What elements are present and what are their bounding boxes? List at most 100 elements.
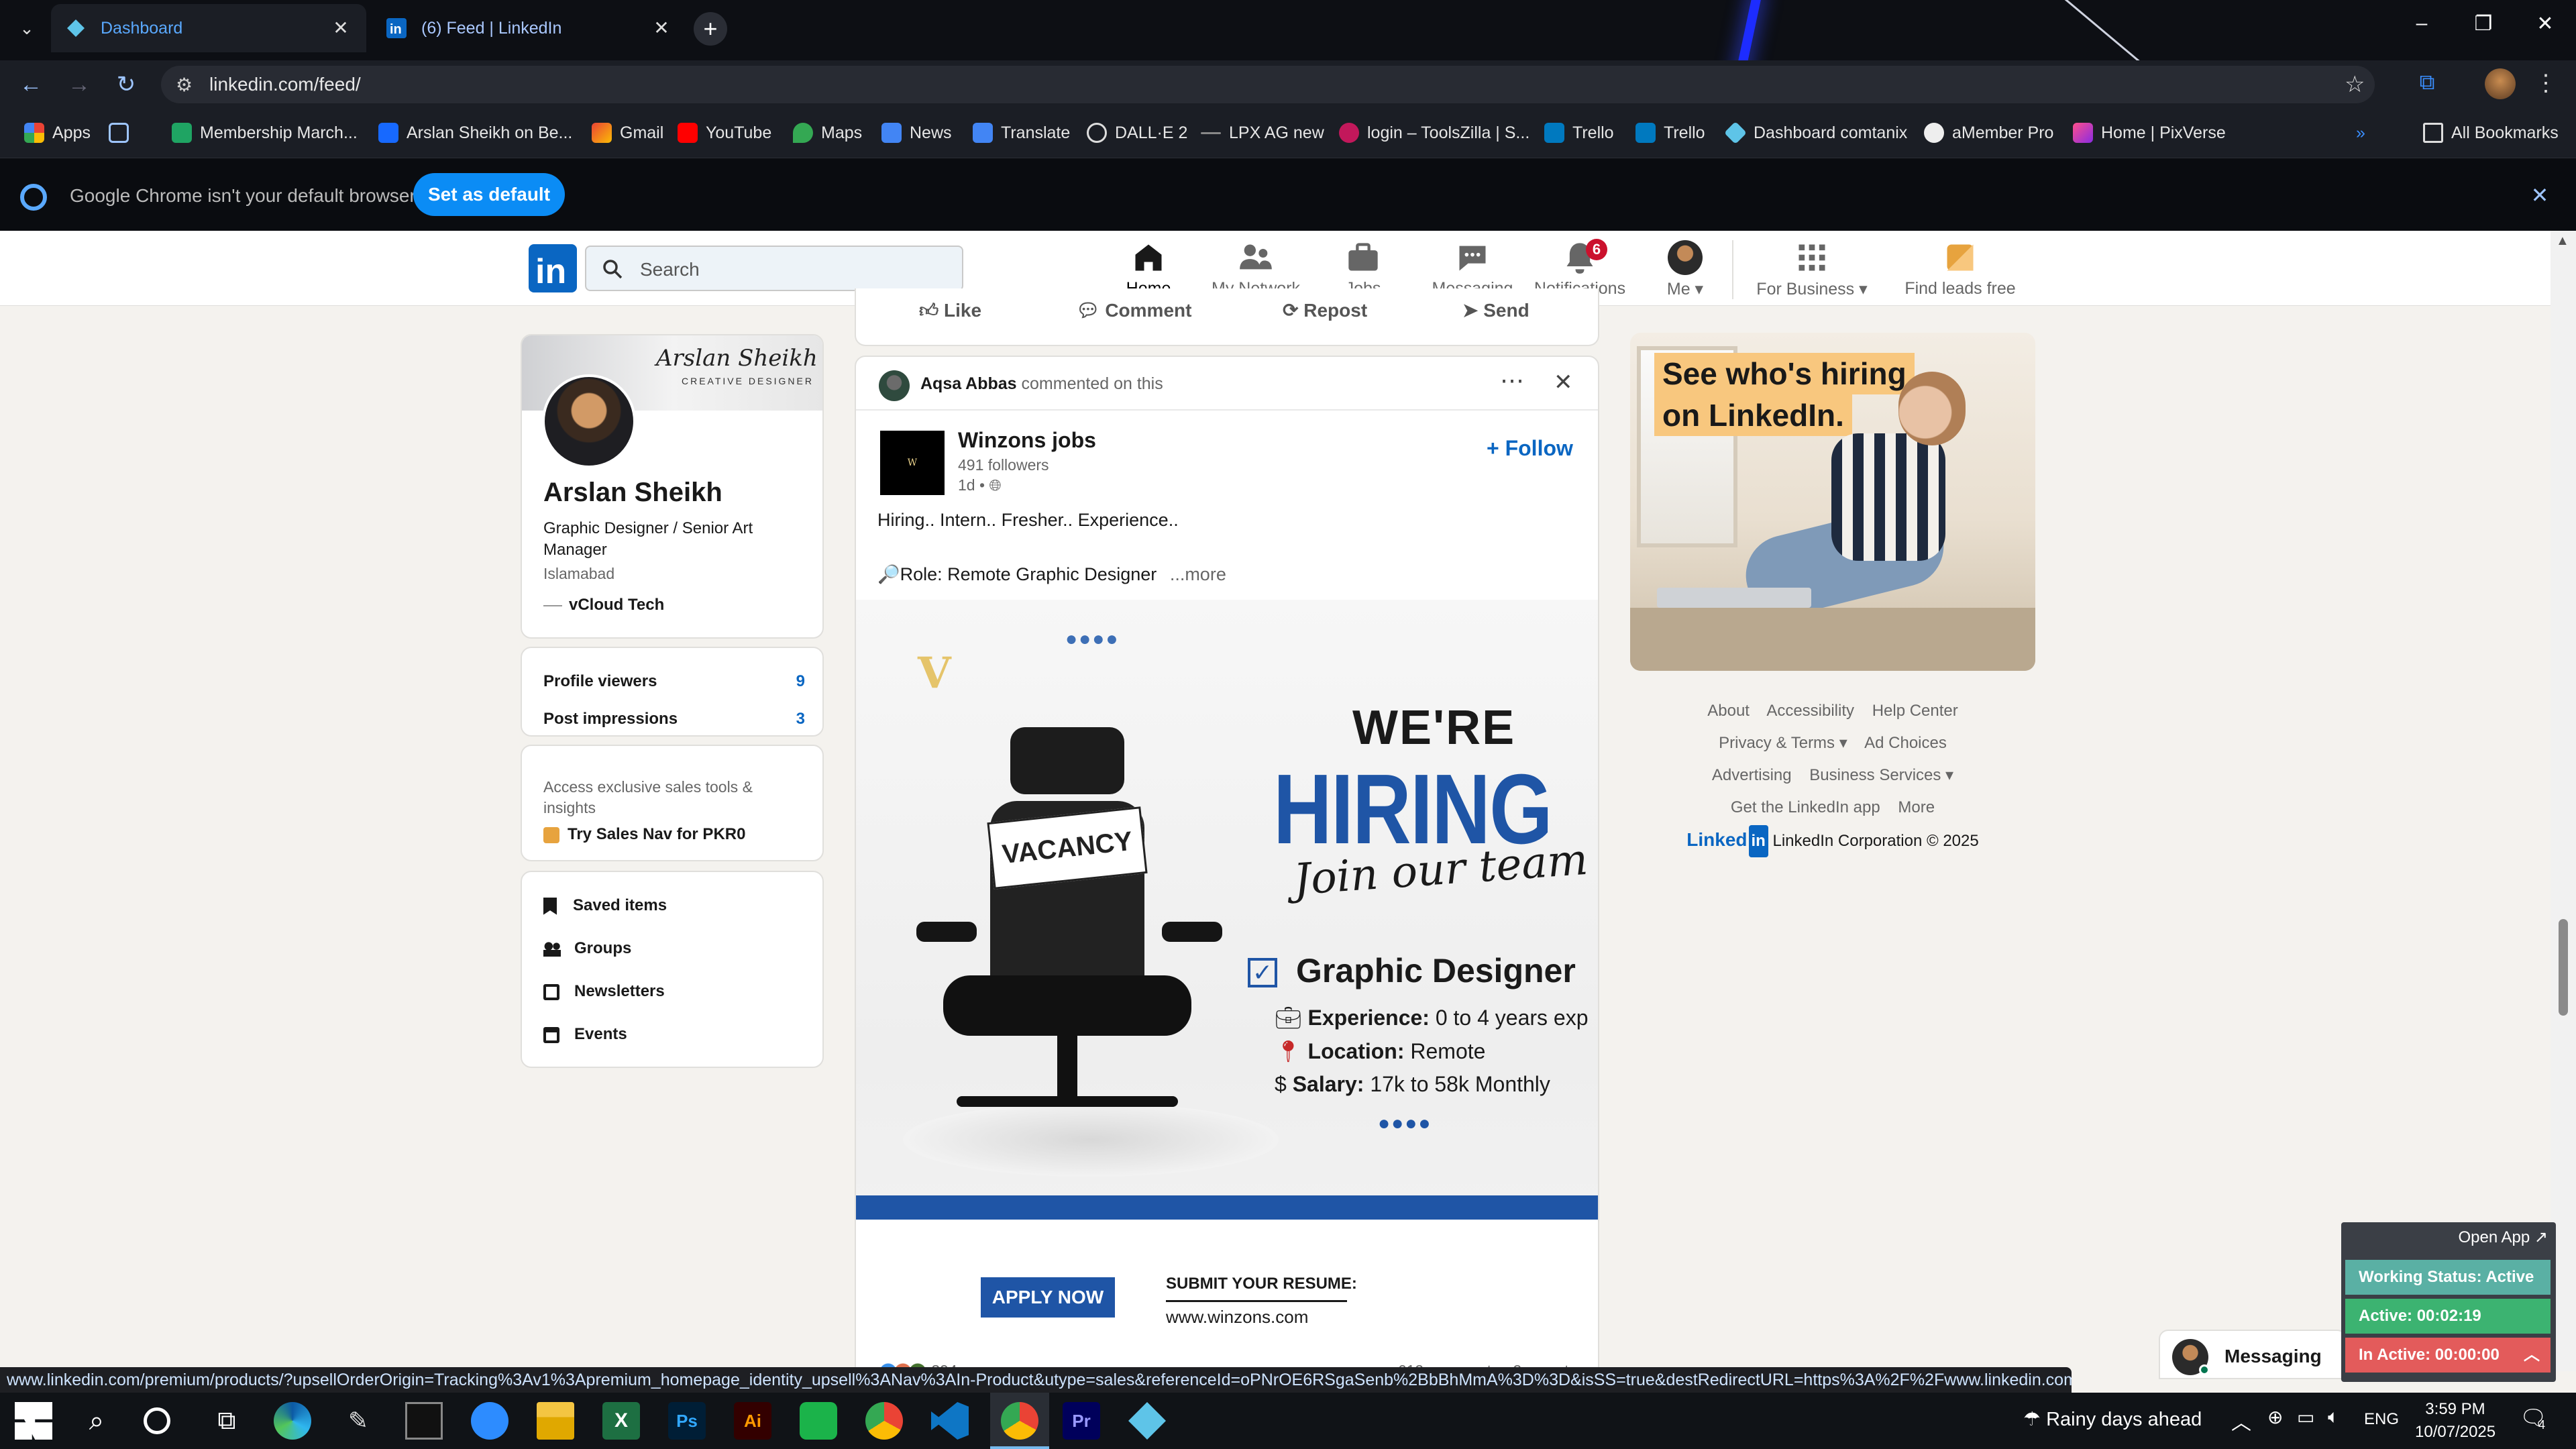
see-more-link[interactable]: ...more: [1170, 564, 1226, 584]
linkedin-logo-icon[interactable]: in: [529, 244, 577, 292]
nav-for-business[interactable]: For Business ▾: [1748, 240, 1876, 299]
nav-me[interactable]: Me ▾: [1652, 240, 1719, 299]
premium-link[interactable]: Try Sales Nav for PKR0: [543, 825, 745, 844]
tray-app-icon[interactable]: ⊕: [2267, 1406, 2283, 1428]
premiere-icon[interactable]: Pr: [1063, 1402, 1100, 1440]
more-options-icon[interactable]: ⋯: [1500, 366, 1524, 394]
commenter-name[interactable]: Aqsa Abbas: [920, 374, 1017, 393]
bookmark-lpx[interactable]: LPX AG new: [1201, 121, 1324, 145]
bookmark-youtube[interactable]: YouTube: [678, 121, 771, 145]
weather-widget[interactable]: ☂ Rainy days ahead: [2023, 1407, 2202, 1431]
footer-advertising[interactable]: Advertising: [1712, 766, 1792, 784]
tab-groups-icon[interactable]: [109, 121, 137, 145]
bookmark-pixverse[interactable]: Home | PixVerse: [2073, 121, 2226, 145]
new-tab-button[interactable]: +: [694, 12, 727, 46]
illustrator-icon[interactable]: Ai: [734, 1402, 771, 1440]
footer-get-app[interactable]: Get the LinkedIn app: [1731, 798, 1880, 816]
footer-accessibility[interactable]: Accessibility: [1766, 702, 1854, 720]
file-explorer-icon[interactable]: [537, 1402, 574, 1440]
bookmark-amember[interactable]: aMember Pro: [1924, 121, 2053, 145]
back-icon[interactable]: ←: [16, 70, 46, 99]
comment-button[interactable]: 💬︎ Comment: [1076, 299, 1191, 321]
bookmark-translate[interactable]: Translate: [973, 121, 1070, 145]
commenter-avatar[interactable]: [879, 370, 910, 401]
repost-button[interactable]: ⟳ Repost: [1283, 299, 1367, 321]
task-view-icon[interactable]: ⧉: [208, 1402, 246, 1440]
window-close-button[interactable]: ✕: [2525, 12, 2565, 39]
all-bookmarks[interactable]: All Bookmarks: [2423, 121, 2559, 145]
bookmark-apps[interactable]: Apps: [24, 121, 91, 145]
bookmark-trello-1[interactable]: Trello: [1544, 121, 1614, 145]
footer-privacy-terms[interactable]: Privacy & Terms ▾: [1719, 734, 1847, 752]
photoshop-icon[interactable]: Ps: [668, 1402, 706, 1440]
windows-start-icon[interactable]: [15, 1402, 52, 1440]
bookmark-maps[interactable]: Maps: [793, 121, 862, 145]
excel-icon[interactable]: X: [602, 1402, 640, 1440]
collapse-chevron-icon[interactable]: ︿: [2524, 1338, 2540, 1373]
menu-kebab-icon[interactable]: ⋮: [2534, 70, 2557, 99]
footer-business-services[interactable]: Business Services ▾: [1809, 766, 1953, 784]
profile-photo[interactable]: [542, 374, 636, 468]
close-icon[interactable]: ✕: [330, 17, 352, 39]
profile-company[interactable]: vCloud Tech: [543, 596, 664, 614]
pen-tool-icon[interactable]: ✎: [339, 1402, 377, 1440]
open-app-link[interactable]: Open App ↗: [2458, 1228, 2548, 1247]
edge-icon[interactable]: [274, 1402, 311, 1440]
minimize-button[interactable]: –: [2402, 12, 2442, 39]
tab-dashboard[interactable]: Dashboard ✕: [51, 4, 366, 52]
stat-profile-viewers[interactable]: Profile viewers 9: [543, 672, 805, 691]
terminal-icon[interactable]: [405, 1402, 443, 1440]
tab-search-chevron-icon[interactable]: ⌄: [13, 15, 40, 42]
clock[interactable]: 3:59 PM 10/07/2025: [2415, 1398, 2496, 1444]
nav-find-leads[interactable]: Find leads free: [1898, 240, 2022, 299]
bookmark-dalle[interactable]: DALL·E 2: [1087, 121, 1187, 145]
set-default-button[interactable]: Set as default: [413, 173, 565, 216]
scroll-up-arrow-icon[interactable]: ▲: [2556, 233, 2569, 249]
forward-icon[interactable]: →: [64, 70, 94, 99]
search-icon[interactable]: ⌕: [78, 1402, 115, 1440]
footer-more[interactable]: More: [1898, 798, 1935, 816]
messaging-bar[interactable]: Messaging: [2159, 1330, 2347, 1379]
footer-ad-choices[interactable]: Ad Choices: [1864, 734, 1947, 752]
bookmark-dashboard-comtanix[interactable]: Dashboard comtanix: [1724, 121, 1907, 145]
bookmark-trello-2[interactable]: Trello: [1635, 121, 1705, 145]
address-bar[interactable]: ⚙ linkedin.com/feed/ ☆: [161, 66, 2375, 103]
footer-about[interactable]: About: [1707, 702, 1750, 720]
author-logo[interactable]: W: [880, 431, 945, 495]
footer-help-center[interactable]: Help Center: [1872, 702, 1958, 720]
restore-button[interactable]: ❐: [2463, 12, 2504, 39]
page-scrollbar[interactable]: ▲: [2551, 231, 2576, 1371]
profile-avatar[interactable]: [2485, 68, 2516, 99]
more-bookmarks-icon[interactable]: »: [2356, 121, 2365, 145]
profile-name[interactable]: Arslan Sheikh: [543, 478, 722, 508]
post-image[interactable]: ●●●● V VACANCY WE'RE HIRING Join our tea…: [856, 600, 1598, 1358]
green-app-icon[interactable]: [800, 1402, 837, 1440]
shortcut-saved-items[interactable]: Saved items: [543, 896, 667, 915]
extensions-icon[interactable]: ⧉: [2412, 70, 2442, 99]
zoom-icon[interactable]: [471, 1402, 508, 1440]
bookmark-toolszilla[interactable]: login – ToolsZilla | S...: [1339, 121, 1529, 145]
tray-expand-icon[interactable]: ︿: [2231, 1406, 2251, 1436]
follow-button[interactable]: + Follow: [1487, 436, 1573, 461]
site-info-icon[interactable]: ⚙: [176, 74, 193, 96]
close-icon[interactable]: ✕: [651, 17, 672, 39]
like-button[interactable]: 👍︎ Like: [919, 299, 981, 322]
author-name[interactable]: Winzons jobs: [958, 428, 1096, 453]
chrome-icon[interactable]: [865, 1402, 903, 1440]
infobar-close-icon[interactable]: ✕: [2528, 182, 2552, 207]
cortana-icon[interactable]: [144, 1407, 170, 1434]
notification-center-icon[interactable]: 🗨︎ 4: [2520, 1405, 2549, 1434]
stat-post-impressions[interactable]: Post impressions 3: [543, 710, 805, 729]
dismiss-close-icon[interactable]: ✕: [1554, 369, 1573, 396]
search-input[interactable]: Search: [585, 246, 963, 291]
hiring-ad[interactable]: See who's hiring on LinkedIn.: [1630, 333, 2035, 671]
tab-linkedin[interactable]: in (6) Feed | LinkedIn ✕: [372, 4, 687, 52]
tracker-app-icon[interactable]: [1128, 1402, 1166, 1440]
bookmark-behance[interactable]: Arslan Sheikh on Be...: [378, 121, 572, 145]
network-icon[interactable]: ▭: [2297, 1406, 2314, 1428]
language-indicator[interactable]: ENG: [2364, 1410, 2399, 1429]
reload-icon[interactable]: ↻: [111, 70, 141, 99]
bookmark-news[interactable]: News: [881, 121, 952, 145]
bookmark-gmail[interactable]: Gmail: [592, 121, 663, 145]
shortcut-groups[interactable]: Groups: [543, 939, 631, 958]
